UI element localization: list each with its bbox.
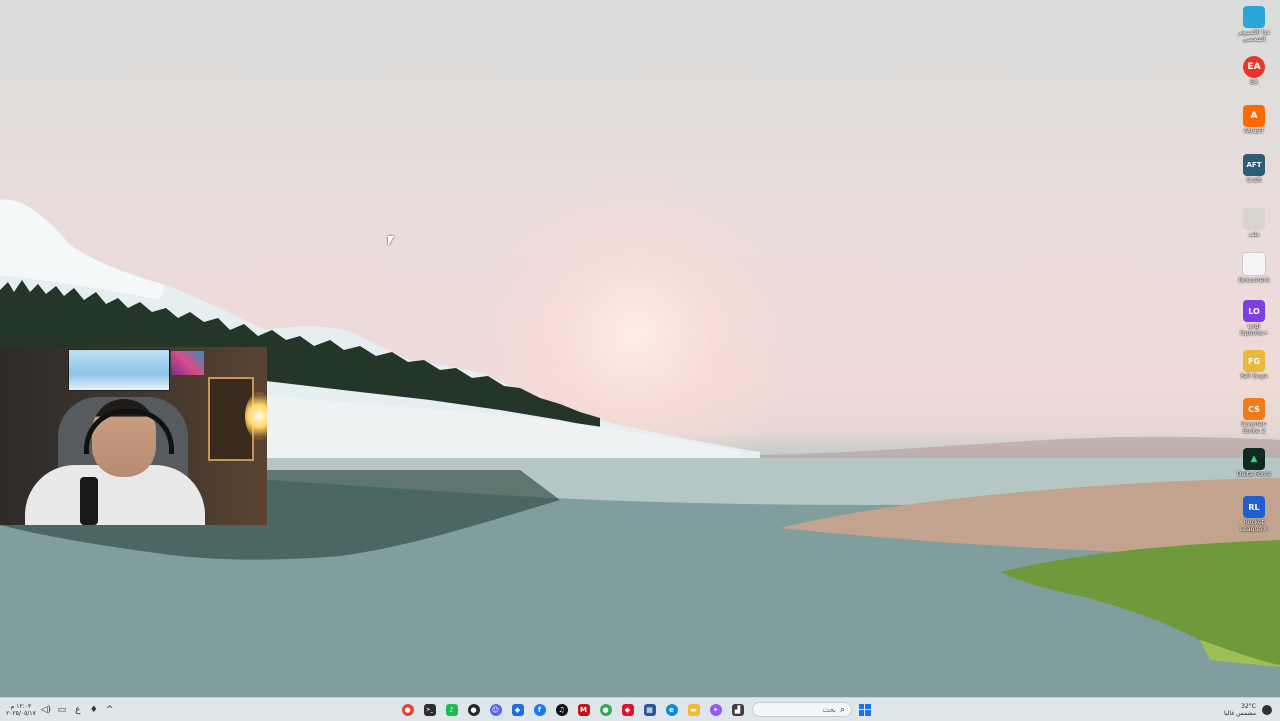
desktop-icon-label: Fall Guys (1240, 373, 1268, 380)
chevron-up-icon[interactable]: ^ (104, 705, 116, 715)
terminal-taskbar-button[interactable]: >_ (420, 700, 439, 719)
system-tray: ١٢:٠٣ م ٢٠٢٥/٠٥/١٧ ◁) ▭ ع ♦ ^ (6, 701, 116, 718)
network-icon[interactable]: ▭ (56, 705, 68, 715)
tiktok-icon: ♫ (555, 703, 568, 716)
facebook-icon: f (533, 703, 546, 716)
document-icon (1242, 252, 1266, 276)
mcafee-icon: M (577, 703, 590, 716)
desktop-icon-label: Logi Options+ (1239, 323, 1269, 337)
search-placeholder: بحث (822, 705, 836, 714)
desktop-icon-ea[interactable]: EA EA (1234, 52, 1274, 86)
taskbar-apps: ● >_ ♪ ● ☺ ◆ f ♫ M ● ◆ ▦ e ▬ ✦ ▟ بحث ⌕ (398, 700, 874, 719)
microphone-icon[interactable]: ♦ (88, 705, 100, 715)
clock[interactable]: ١٢:٠٣ م ٢٠٢٥/٠٥/١٧ (6, 703, 36, 717)
folder-icon: ▬ (687, 703, 700, 716)
monitor (68, 349, 170, 391)
copilot-icon: ✦ (709, 703, 722, 716)
taskbar-search-box[interactable]: بحث ⌕ (752, 702, 852, 717)
github-taskbar-button[interactable]: ● (464, 700, 483, 719)
facebook-taskbar-button[interactable]: f (530, 700, 549, 719)
desktop-icon-label: Delta Force (1236, 471, 1272, 478)
desktop-icon-counter-strike[interactable]: CS Counter-Strike 2 (1234, 394, 1274, 435)
chrome-icon: ● (401, 703, 414, 716)
desktop-icon-file-2[interactable]: Document (1234, 248, 1274, 284)
desktop-icon-file-1[interactable]: ملف (1234, 204, 1274, 238)
calculator-icon: ▦ (643, 703, 656, 716)
maps-taskbar-button[interactable]: ● (596, 700, 615, 719)
maps-icon: ● (599, 703, 612, 716)
shield-icon: ◆ (511, 703, 524, 716)
desktop-icon-fall-guys[interactable]: FG Fall Guys (1234, 346, 1274, 380)
terminal-icon: >_ (423, 703, 436, 716)
logi-options-icon: LO (1243, 300, 1265, 322)
microphone (80, 477, 98, 525)
store-taskbar-button[interactable]: ▟ (728, 700, 747, 719)
weather-widget[interactable]: 32°C مشمس غالبا (1224, 700, 1272, 719)
music-icon: ♪ (445, 703, 458, 716)
music-taskbar-button[interactable]: ♪ (442, 700, 461, 719)
weather-icon (1262, 704, 1272, 715)
weather-text-block: 32°C مشمس غالبا (1224, 703, 1256, 717)
webcam-overlay (0, 347, 267, 525)
desktop-icon-label: Rocket League® (1240, 519, 1268, 533)
rocket-league-icon: RL (1243, 496, 1265, 518)
store-icon: ▟ (731, 703, 744, 716)
weather-condition: مشمس غالبا (1223, 709, 1256, 717)
clock-time: ١٢:٠٣ م (10, 702, 32, 710)
ruby-taskbar-button[interactable]: ◆ (618, 700, 637, 719)
desktop-icon-label: Counter-Strike 2 (1241, 421, 1267, 435)
discord-taskbar-button[interactable]: ☺ (486, 700, 505, 719)
neon-sign (171, 351, 204, 375)
language-indicator[interactable]: ع (72, 705, 84, 715)
desktop-icon-faceit[interactable]: A FACEIT (1234, 101, 1274, 135)
windows-logo-icon (858, 703, 871, 716)
file-icon (1243, 208, 1265, 230)
counter-strike-icon: CS (1243, 398, 1265, 420)
security-taskbar-button[interactable]: ◆ (508, 700, 527, 719)
ea-icon: EA (1243, 56, 1265, 78)
this-pc-icon (1243, 6, 1265, 28)
desktop-background: هذا الكمبيوتر الشخصي EA EA A FACEIT AFT … (0, 0, 1280, 697)
clock-date: ٢٠٢٥/٠٥/١٧ (6, 709, 36, 717)
mouse-cursor (388, 236, 394, 246)
chrome-taskbar-button[interactable]: ● (398, 700, 417, 719)
desktop-icon-craft[interactable]: AFT Craft (1234, 150, 1274, 184)
faceit-icon: A (1243, 105, 1265, 127)
copilot-taskbar-button[interactable]: ✦ (706, 700, 725, 719)
desktop-icon-this-pc[interactable]: هذا الكمبيوتر الشخصي (1234, 2, 1274, 43)
desktop-icon-delta-force[interactable]: ▲ Delta Force (1234, 444, 1274, 478)
calculator-taskbar-button[interactable]: ▦ (640, 700, 659, 719)
github-icon: ● (467, 703, 480, 716)
desktop-icon-label: Craft (1246, 177, 1262, 184)
volume-icon[interactable]: ◁) (40, 705, 52, 715)
desktop-icon-label: هذا الكمبيوتر الشخصي (1238, 29, 1270, 43)
desktop-icon-label: Document (1238, 277, 1270, 284)
ring-light (245, 392, 267, 440)
mcafee-taskbar-button[interactable]: M (574, 700, 593, 719)
edge-icon: e (665, 703, 678, 716)
ruby-icon: ◆ (621, 703, 634, 716)
weather-temperature: 32°C (1241, 702, 1256, 710)
taskbar: ١٢:٠٣ م ٢٠٢٥/٠٥/١٧ ◁) ▭ ع ♦ ^ ● >_ ♪ ● ☺… (0, 697, 1280, 721)
desktop-icon-label: EA (1250, 79, 1258, 86)
craft-icon: AFT (1243, 154, 1265, 176)
discord-icon: ☺ (489, 703, 502, 716)
delta-force-icon: ▲ (1243, 448, 1265, 470)
desktop-icon-label: ملف (1248, 231, 1260, 238)
start-button[interactable] (855, 700, 874, 719)
desktop-icon-logi-options[interactable]: LO Logi Options+ (1234, 296, 1274, 337)
fall-guys-icon: FG (1243, 350, 1265, 372)
file-explorer-taskbar-button[interactable]: ▬ (684, 700, 703, 719)
search-icon: ⌕ (839, 704, 845, 715)
edge-taskbar-button[interactable]: e (662, 700, 681, 719)
tiktok-taskbar-button[interactable]: ♫ (552, 700, 571, 719)
desktop-icon-label: FACEIT (1243, 128, 1265, 135)
desktop-icon-rocket-league[interactable]: RL Rocket League® (1234, 492, 1274, 533)
